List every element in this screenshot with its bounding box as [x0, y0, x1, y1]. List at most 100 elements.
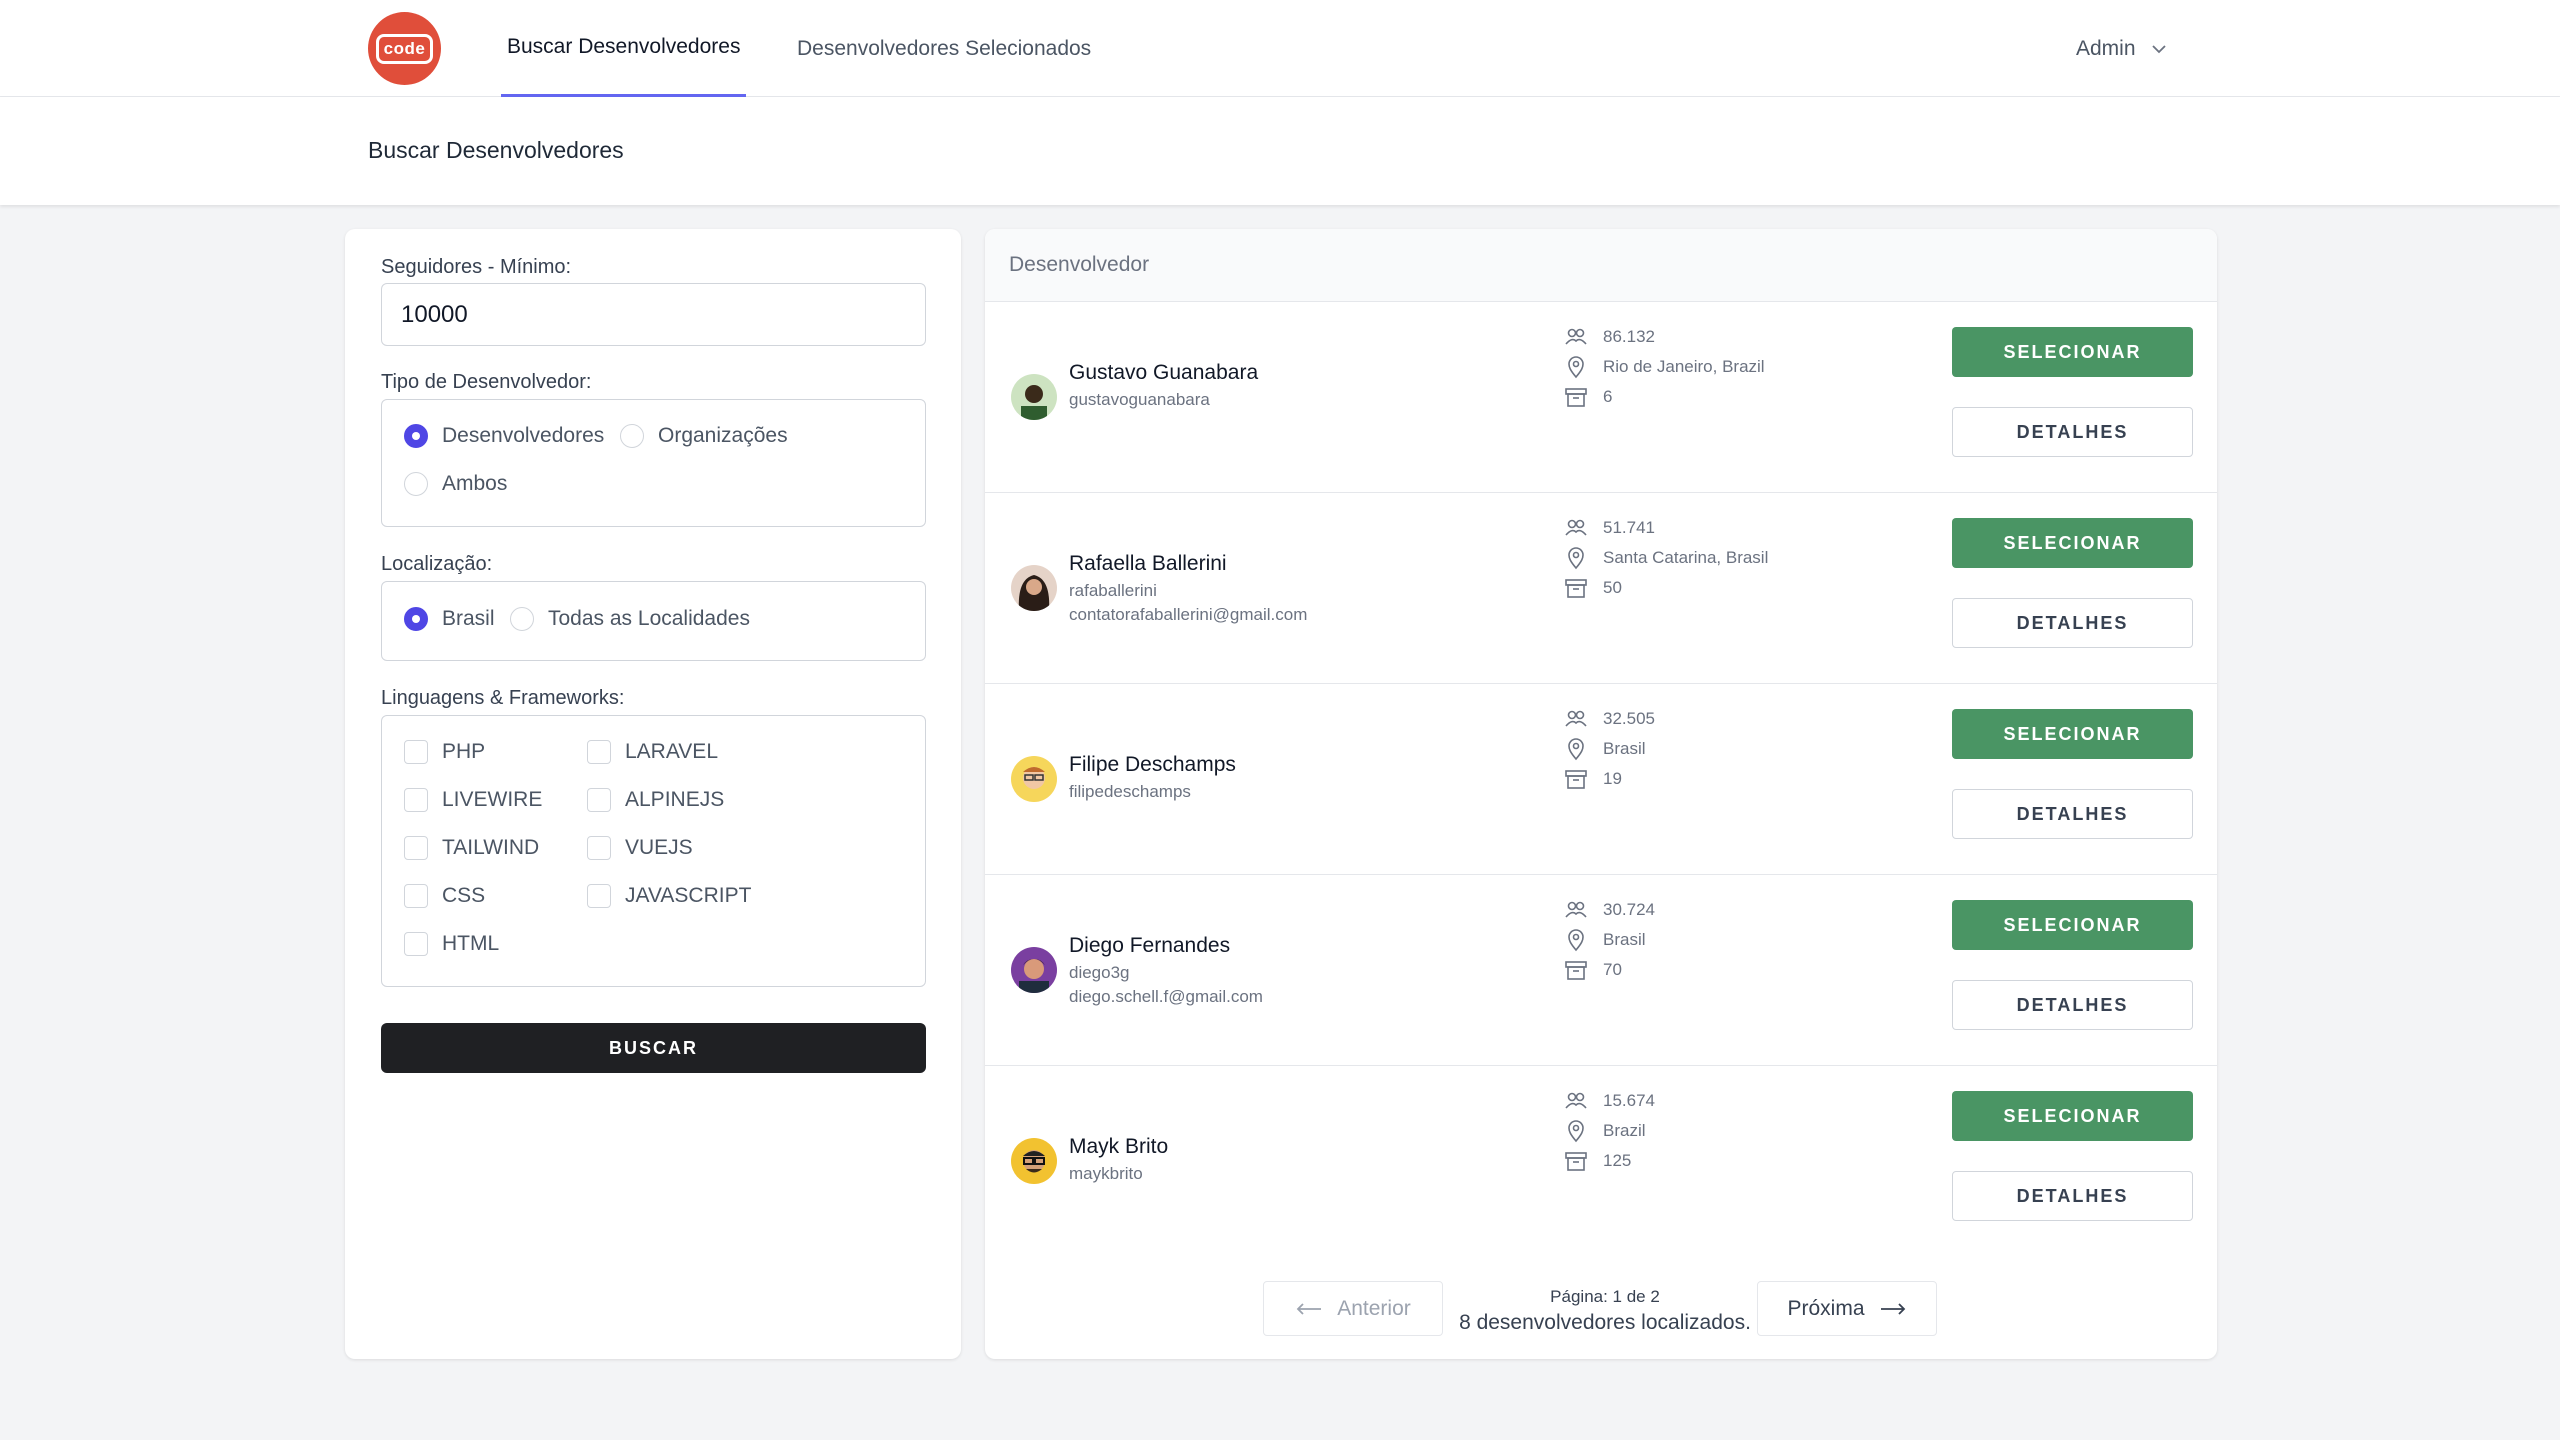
- dev-login: rafaballerini: [1069, 581, 1157, 600]
- dev-name: Filipe Deschamps: [1069, 753, 1236, 776]
- location-text: Santa Catarina, Brasil: [1603, 548, 1769, 567]
- repos-stat: 19: [1563, 764, 1622, 794]
- radio-label: Organizações: [658, 424, 788, 447]
- chevron-down-icon: [2151, 44, 2166, 53]
- location-stat: Rio de Janeiro, Brazil: [1563, 352, 1765, 382]
- avatar: [1011, 1138, 1057, 1184]
- followers-count: 86.132: [1603, 327, 1655, 346]
- prev-label: Anterior: [1337, 1296, 1411, 1320]
- select-button[interactable]: SELECIONAR: [1952, 709, 2193, 759]
- radio-checked-icon: [404, 424, 428, 448]
- radio-brasil[interactable]: Brasil: [404, 607, 495, 631]
- pagination-info: Página: 1 de 2 8 desenvolvedores localiz…: [1455, 1281, 1755, 1335]
- checkbox-vuejs[interactable]: VUEJS: [587, 836, 693, 860]
- arrow-left-icon: [1296, 1302, 1322, 1315]
- logo-text: code: [375, 33, 434, 64]
- checkbox-css[interactable]: CSS: [404, 884, 485, 908]
- repos-stat: 6: [1563, 382, 1612, 412]
- checkbox-tailwind[interactable]: TAILWIND: [404, 836, 539, 860]
- dev-login: maykbrito: [1069, 1164, 1143, 1183]
- results-header: Desenvolvedor: [985, 229, 2217, 302]
- checkbox-label: HTML: [442, 932, 500, 955]
- checkbox-label: JAVASCRIPT: [625, 884, 752, 907]
- details-button[interactable]: DETALHES: [1952, 598, 2193, 648]
- radio-label: Desenvolvedores: [442, 424, 605, 447]
- tab-desenvolvedores-selecionados[interactable]: Desenvolvedores Selecionados: [797, 0, 1091, 97]
- dev-name: Mayk Brito: [1069, 1135, 1169, 1158]
- location-pin-icon: [1568, 929, 1584, 952]
- avatar: [1011, 565, 1057, 611]
- app-logo[interactable]: code: [368, 12, 441, 85]
- location-text: Brasil: [1603, 930, 1646, 949]
- avatar: [1011, 374, 1057, 420]
- avatar: [1011, 947, 1057, 993]
- archive-icon: [1565, 579, 1587, 598]
- radio-organizacoes[interactable]: Organizações: [620, 424, 788, 448]
- list-item: Rafaella Ballerini rafaballerini contato…: [985, 493, 2217, 684]
- radio-todas-localidades[interactable]: Todas as Localidades: [510, 607, 750, 631]
- location-pin-icon: [1568, 547, 1584, 570]
- details-button[interactable]: DETALHES: [1952, 789, 2193, 839]
- details-button[interactable]: DETALHES: [1952, 980, 2193, 1030]
- followers-count: 32.505: [1603, 709, 1655, 728]
- followers-count: 30.724: [1603, 900, 1655, 919]
- repos-count: 6: [1603, 387, 1613, 406]
- archive-icon: [1565, 1152, 1587, 1171]
- radio-desenvolvedores[interactable]: Desenvolvedores: [404, 424, 604, 448]
- location-stat: Brasil: [1563, 734, 1646, 764]
- checkbox-html[interactable]: HTML: [404, 932, 499, 956]
- user-name: Admin: [2076, 36, 2136, 60]
- dev-type-group: Desenvolvedores Organizações Ambos: [381, 399, 926, 527]
- radio-unchecked-icon: [404, 472, 428, 496]
- checkbox-icon: [587, 836, 611, 860]
- checkbox-icon: [587, 884, 611, 908]
- checkbox-label: ALPINEJS: [625, 788, 725, 811]
- prev-page-button[interactable]: Anterior: [1263, 1281, 1443, 1336]
- select-button[interactable]: SELECIONAR: [1952, 900, 2193, 950]
- repos-count: 19: [1603, 769, 1622, 788]
- location-stat: Santa Catarina, Brasil: [1563, 543, 1768, 573]
- checkbox-javascript[interactable]: JAVASCRIPT: [587, 884, 751, 908]
- details-button[interactable]: DETALHES: [1952, 407, 2193, 457]
- followers-label: Seguidores - Mínimo:: [381, 256, 572, 278]
- user-menu[interactable]: Admin: [2076, 0, 2168, 97]
- details-button[interactable]: DETALHES: [1952, 1171, 2193, 1221]
- checkbox-alpinejs[interactable]: ALPINEJS: [587, 788, 724, 812]
- location-pin-icon: [1568, 356, 1584, 379]
- avatar: [1011, 756, 1057, 802]
- repos-stat: 125: [1563, 1146, 1631, 1176]
- location-group: Brasil Todas as Localidades: [381, 581, 926, 661]
- checkbox-label: LIVEWIRE: [442, 788, 543, 811]
- checkbox-php[interactable]: PHP: [404, 740, 485, 764]
- location-text: Brasil: [1603, 739, 1646, 758]
- select-button[interactable]: SELECIONAR: [1952, 327, 2193, 377]
- checkbox-label: PHP: [442, 740, 486, 763]
- followers-stat: 51.741: [1563, 513, 1655, 543]
- tab-buscar-desenvolvedores[interactable]: Buscar Desenvolvedores: [501, 0, 747, 97]
- dev-email: diego.schell.f@gmail.com: [1069, 987, 1263, 1006]
- users-icon: [1565, 328, 1587, 345]
- location-stat: Brasil: [1563, 925, 1646, 955]
- select-button[interactable]: SELECIONAR: [1952, 1091, 2193, 1141]
- dev-login: filipedeschamps: [1069, 782, 1191, 801]
- repos-count: 50: [1603, 578, 1622, 597]
- checkbox-laravel[interactable]: LARAVEL: [587, 740, 718, 764]
- checkbox-livewire[interactable]: LIVEWIRE: [404, 788, 542, 812]
- search-button[interactable]: BUSCAR: [381, 1023, 926, 1073]
- followers-stat: 15.674: [1563, 1086, 1655, 1116]
- tab-label: Desenvolvedores Selecionados: [797, 36, 1092, 60]
- dev-login: diego3g: [1069, 963, 1130, 982]
- radio-label: Brasil: [442, 607, 495, 630]
- dev-login: gustavoguanabara: [1069, 390, 1210, 409]
- results-panel: Desenvolvedor Gustavo Guanabara gustavog…: [985, 229, 2217, 1359]
- langs-label: Linguagens & Frameworks:: [381, 687, 625, 709]
- page-header: Buscar Desenvolvedores: [0, 97, 2560, 205]
- location-pin-icon: [1568, 738, 1584, 761]
- page-title: Buscar Desenvolvedores: [368, 137, 624, 163]
- radio-ambos[interactable]: Ambos: [404, 472, 507, 496]
- checkbox-icon: [587, 788, 611, 812]
- followers-stat: 86.132: [1563, 322, 1655, 352]
- select-button[interactable]: SELECIONAR: [1952, 518, 2193, 568]
- followers-input[interactable]: 10000: [381, 283, 926, 346]
- next-page-button[interactable]: Próxima: [1757, 1281, 1937, 1336]
